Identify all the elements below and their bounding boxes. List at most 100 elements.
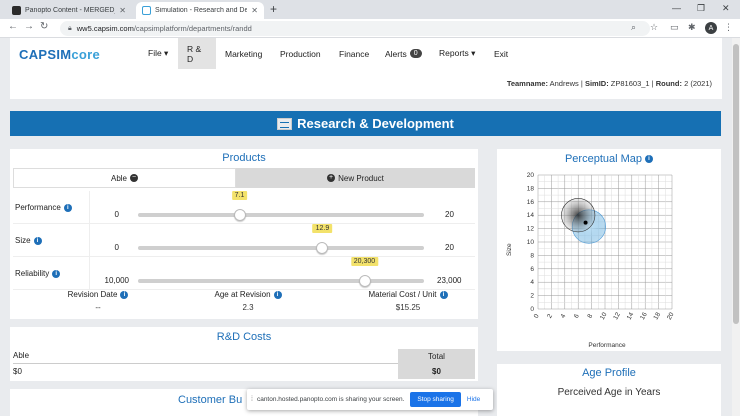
minus-circle-icon[interactable]: −	[130, 174, 138, 182]
performance-slider[interactable]: 7.1	[138, 191, 424, 221]
nav-alerts[interactable]: Alerts 0	[376, 38, 431, 69]
reliability-slider-handle[interactable]	[358, 275, 371, 287]
extensions-icon[interactable]: ✱	[688, 22, 696, 33]
size-value-tag: 12.9	[312, 224, 333, 233]
reliability-label: Reliability i	[15, 269, 61, 278]
address-bar[interactable]: 🔒︎ ww5.capsim.com/capsimplatform/departm…	[60, 21, 650, 36]
page-scrollbar[interactable]	[732, 38, 740, 416]
info-icon[interactable]: i	[33, 236, 42, 245]
alerts-count-badge: 0	[409, 49, 422, 58]
products-title: Products	[222, 152, 266, 164]
capsim-favicon-icon	[142, 6, 151, 15]
nav-finance[interactable]: Finance	[330, 38, 378, 69]
zoom-icon[interactable]: ⌕	[631, 22, 636, 33]
browser-tab-bar: Panopto Content - MERGED_BSA ✕ Simulatio…	[0, 0, 740, 19]
performance-value-tag: 7.1	[231, 191, 248, 200]
info-icon[interactable]: i	[52, 269, 61, 278]
customer-title: Customer Bu	[178, 394, 243, 406]
nav-reports[interactable]: Reports ▾	[430, 38, 484, 69]
tab-able[interactable]: Able −	[13, 168, 236, 188]
research-icon	[277, 117, 293, 130]
reliability-slider[interactable]: 20,300	[138, 257, 424, 287]
y-tick-label: 0	[530, 306, 534, 313]
info-icon[interactable]: i	[120, 290, 129, 299]
y-tick-label: 10	[527, 239, 535, 246]
y-tick-label: 16	[527, 199, 535, 206]
product-point-able[interactable]	[583, 220, 588, 225]
reliability-min: 10,000	[104, 276, 129, 285]
nav-exit[interactable]: Exit	[485, 38, 517, 69]
restore-icon[interactable]: ❐	[697, 3, 705, 14]
profile-avatar[interactable]: A	[705, 22, 717, 34]
costs-total-header: Total	[398, 349, 475, 364]
x-tick-label: 16	[639, 311, 649, 321]
x-tick-label: 4	[560, 313, 568, 320]
team-info-bar: Teamname: Andrews | SimID: ZP81603_1 | R…	[10, 69, 722, 99]
costs-product-name: Able	[13, 351, 30, 360]
browser-tab-simulation[interactable]: Simulation - Research and Deve ✕	[136, 2, 264, 19]
size-label: Size i	[15, 236, 42, 245]
menu-kebab-icon[interactable]: ⋮	[724, 22, 733, 33]
y-axis-label: Size	[506, 243, 513, 256]
info-icon[interactable]: i	[439, 290, 448, 299]
size-slider-handle[interactable]	[316, 242, 329, 254]
app-nav: CAPSIMcore File ▾ R & D Marketing Produc…	[10, 38, 722, 69]
y-tick-label: 6	[530, 266, 534, 273]
close-tab-icon[interactable]: ✕	[119, 6, 126, 15]
y-tick-label: 18	[527, 185, 535, 192]
sharing-message: canton.hosted.panopto.com is sharing you…	[256, 396, 405, 403]
y-tick-label: 12	[527, 226, 535, 233]
size-row: Size i 0 12.9 20	[13, 224, 475, 257]
new-tab-icon[interactable]: +	[270, 2, 277, 16]
reload-icon[interactable]: ↻	[40, 21, 48, 32]
x-axis-label: Performance	[588, 342, 626, 349]
rd-costs-title: R&D Costs	[216, 331, 272, 343]
stat-material-cost: Material Cost / Unit i $15.25	[343, 290, 473, 312]
size-slider[interactable]: 12.9	[138, 224, 424, 254]
x-tick-label: 2	[546, 313, 554, 320]
costs-row-total: $0	[398, 364, 475, 379]
size-min: 0	[114, 243, 119, 252]
lock-icon: 🔒︎	[68, 24, 72, 32]
panopto-favicon-icon	[12, 6, 21, 15]
segment-circle-traditional	[561, 198, 596, 233]
perceptual-map-card: Perceptual Map i 20 18 16 14 12 10 8 6 4 2 0 0 2 4 6 8 10…	[497, 149, 721, 351]
nav-marketing[interactable]: Marketing	[216, 38, 271, 69]
product-tabs: Able − + New Product	[13, 168, 475, 188]
product-stats: Revision Date i -- Age at Revision i 2.3 M…	[13, 290, 475, 316]
plus-circle-icon: +	[327, 174, 336, 182]
nav-production[interactable]: Production	[271, 38, 330, 69]
performance-max: 20	[445, 210, 454, 219]
browser-tab-panopto[interactable]: Panopto Content - MERGED_BSA ✕	[6, 2, 132, 19]
reliability-row: Reliability i 10,000 20,300 23,000	[13, 257, 475, 290]
page-title-banner: Research & Development	[10, 111, 721, 136]
performance-slider-handle[interactable]	[233, 209, 246, 221]
x-tick-label: 18	[652, 311, 662, 321]
y-tick-label: 4	[530, 279, 534, 286]
cast-icon[interactable]: ▭	[670, 22, 679, 33]
scrollbar-thumb[interactable]	[733, 44, 739, 324]
y-tick-label: 2	[530, 293, 534, 300]
window-close-icon[interactable]: ✕	[722, 3, 730, 14]
stat-revision-date: Revision Date i --	[43, 290, 153, 312]
nav-file[interactable]: File ▾	[139, 38, 177, 69]
forward-icon[interactable]: →	[24, 21, 34, 32]
stop-sharing-button[interactable]: Stop sharing	[410, 392, 461, 407]
close-tab-icon[interactable]: ✕	[251, 6, 258, 15]
back-icon[interactable]: ←	[8, 21, 18, 32]
info-icon[interactable]: i	[63, 203, 72, 212]
star-icon[interactable]: ☆	[650, 22, 658, 33]
costs-row: $0 $0	[13, 364, 475, 379]
drag-handle-icon[interactable]: ⁞	[251, 396, 253, 403]
products-card: Products Able − + New Product Performance i…	[10, 149, 478, 319]
nav-randd[interactable]: R & D	[178, 38, 216, 69]
rd-costs-card: R&D Costs Able Total $0 $0	[10, 327, 478, 381]
perceptual-map-chart: 201816141210864200 2 4 6 8 10 12 14 16 18 20 Size …	[506, 172, 676, 349]
minimize-icon[interactable]: —	[672, 3, 681, 13]
hide-sharing-button[interactable]: Hide	[467, 396, 480, 403]
tab-new-product[interactable]: + New Product	[236, 168, 475, 188]
costs-header: Able Total	[13, 349, 475, 364]
page-title: Research & Development	[297, 116, 454, 131]
performance-min: 0	[114, 210, 119, 219]
info-icon[interactable]: i	[273, 290, 282, 299]
